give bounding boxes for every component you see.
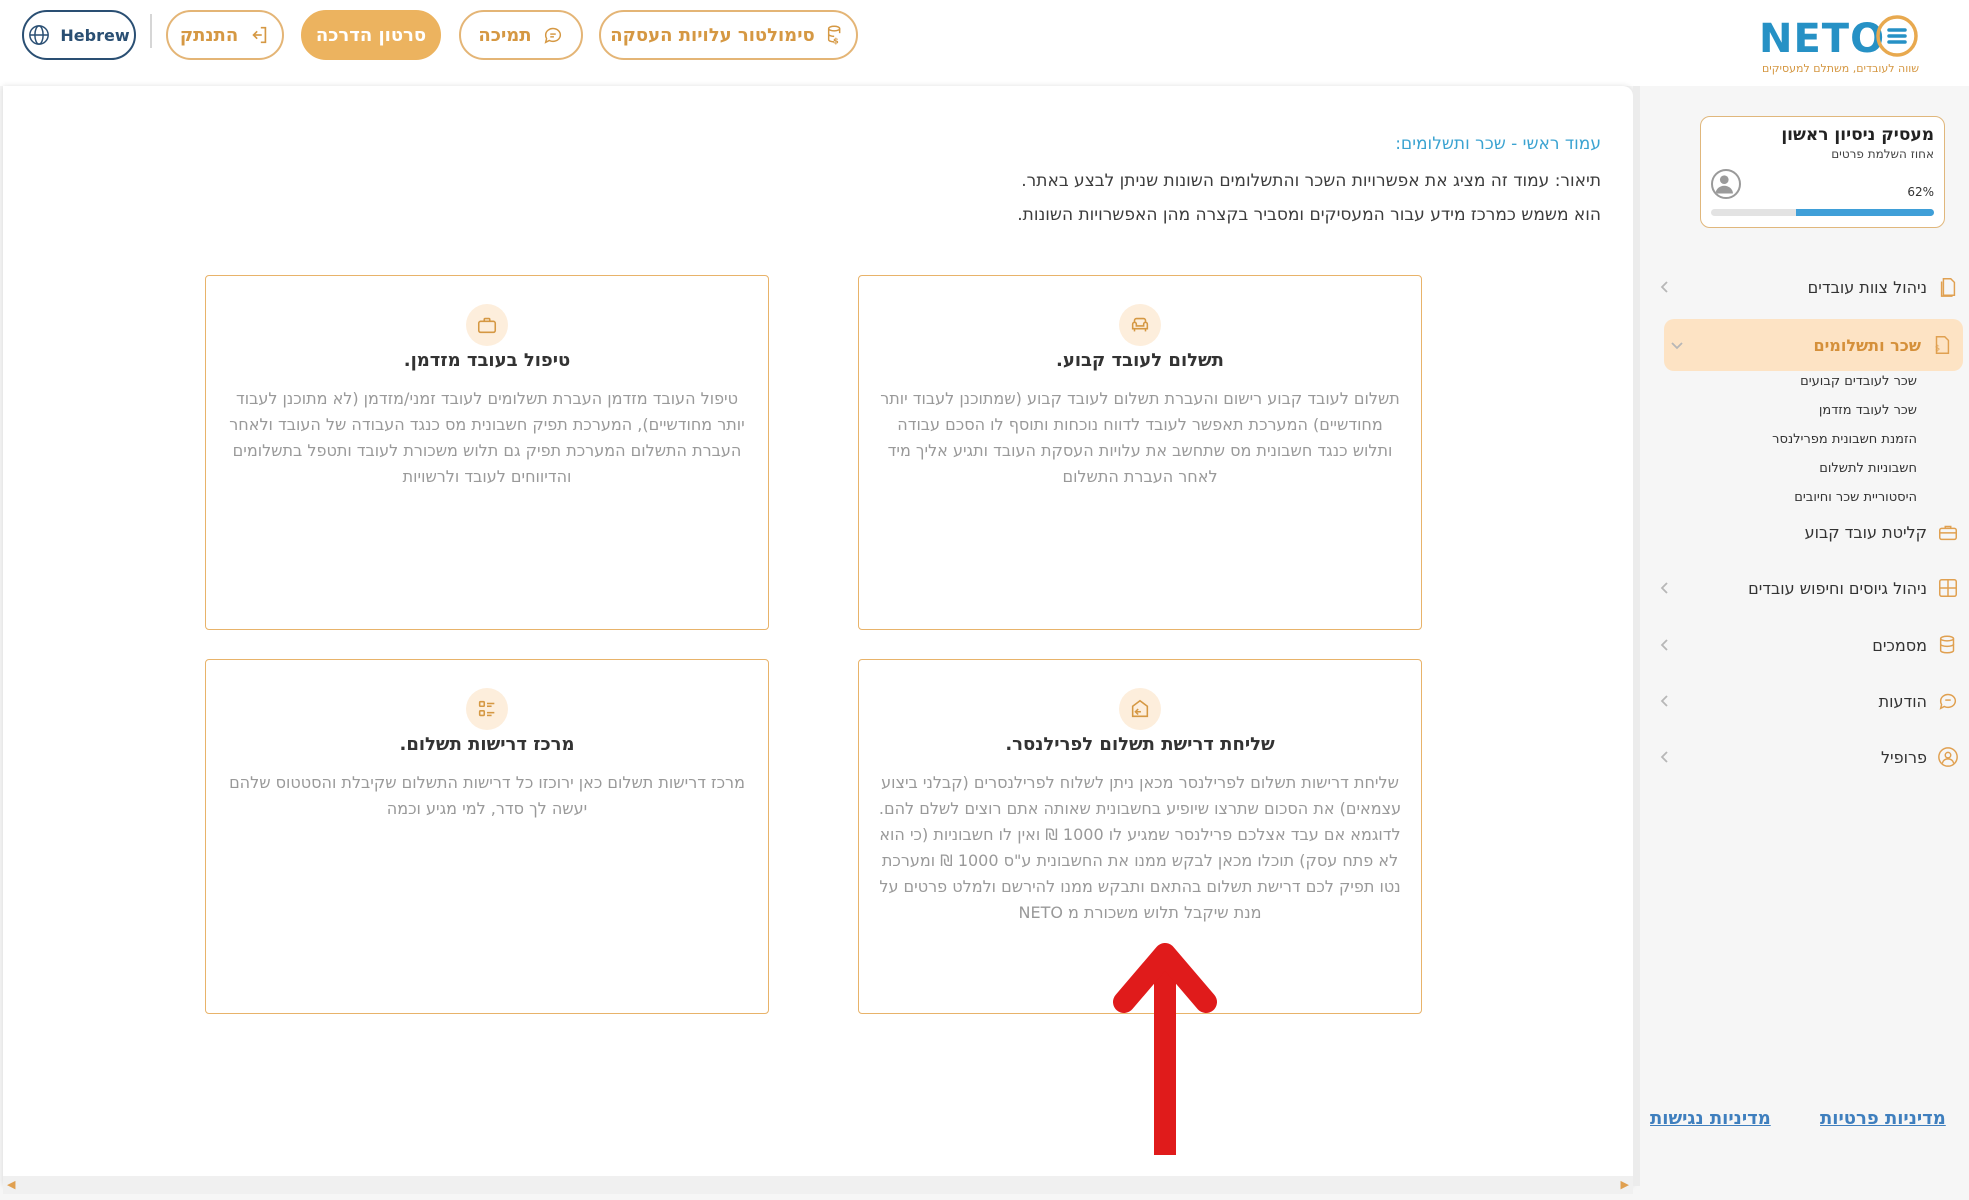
chevron-left-icon <box>1660 281 1668 293</box>
sidebar-item-messages[interactable]: הודעות <box>1658 678 1969 724</box>
neto-logo[interactable]: NETO שווה לעובדים, משתלם למעסיקים <box>1759 14 1919 76</box>
accessibility-policy-link[interactable]: מדיניות נגישות <box>1650 1108 1771 1129</box>
card-casual-worker[interactable]: טיפול בעובד מזדמן. טיפול העובד מזדמן העב… <box>205 275 769 630</box>
tutorial-label: סרטון הדרכה <box>315 24 427 46</box>
card-body: טיפול העובד מזדמן העברת תשלומים לעובד זמ… <box>229 389 745 486</box>
horizontal-scrollbar[interactable]: ◀ ▶ <box>3 1176 1633 1194</box>
scroll-left-icon[interactable]: ◀ <box>7 1178 15 1191</box>
document-icon <box>1940 278 1956 297</box>
exit-icon <box>1119 688 1161 730</box>
simulator-label: סימולטור עלויות העסקה <box>610 24 815 46</box>
page-intro: עמוד ראשי - שכר ותשלומים: תיאור: עמוד זה… <box>401 134 1601 232</box>
profile-completion-label: אחוז השלמת פרטים <box>1831 147 1934 161</box>
logo-mark-icon <box>1876 15 1918 57</box>
avatar[interactable] <box>1711 169 1741 199</box>
chevron-left-icon <box>1660 695 1668 707</box>
sidebar-item-label: קליטת עובד קבוע <box>1804 522 1927 542</box>
page-description-line-1: תיאור: עמוד זה מציג את אפשרויות השכר והת… <box>1021 171 1601 191</box>
sidebar-item-label: ניהול צוות עובדים <box>1807 277 1927 297</box>
privacy-policy-link[interactable]: מדיניות פרטיות <box>1820 1108 1946 1129</box>
card-body: מרכז דרישות תשלום כאן ירוכזו כל דרישות ה… <box>229 773 745 818</box>
profile-name: מעסיק ניסיון ראשון <box>1781 125 1934 145</box>
files-icon <box>1939 635 1955 654</box>
profile-progress-bar <box>1711 209 1934 216</box>
sidebar-subitem-history[interactable]: היסטוריית שכר וחיובים <box>1794 490 1917 505</box>
sidebar-item-onboarding[interactable]: קליטת עובד קבוע <box>1658 509 1969 555</box>
globe-icon <box>29 25 50 45</box>
sidebar: מעסיק ניסיון ראשון אחוז השלמת פרטים 62% … <box>1640 86 1969 1200</box>
vertical-scrollbar[interactable] <box>1633 86 1640 1186</box>
user-circle-icon <box>1938 747 1958 767</box>
svg-text:$: $ <box>833 35 839 45</box>
sidebar-item-label: מסמכים <box>1872 635 1927 655</box>
annotation-arrow-icon <box>1113 943 1217 1155</box>
support-label: תמיכה <box>478 24 532 46</box>
logo-tagline: שווה לעובדים, משתלם למעסיקים <box>1761 62 1919 75</box>
cost-simulator-button[interactable]: $ סימולטור עלויות העסקה <box>599 10 858 60</box>
sidebar-item-profile[interactable]: פרופיל <box>1658 734 1969 780</box>
divider <box>150 14 152 48</box>
logo-word: NETO <box>1759 16 1886 62</box>
sidebar-subitem-permanent-salary[interactable]: שכר לעובדים קבועים <box>1800 374 1917 389</box>
logout-label: התנתק <box>179 24 239 46</box>
chat-icon <box>544 27 561 44</box>
logout-icon <box>252 26 267 44</box>
card-payment-requests-center[interactable]: מרכז דרישות תשלום. מרכז דרישות תשלום כאן… <box>205 659 769 1014</box>
sidebar-subitem-invoices-to-pay[interactable]: חשבוניות לתשלום <box>1819 461 1917 476</box>
chevron-left-icon <box>1660 582 1668 594</box>
profile-progress-fill <box>1795 209 1934 216</box>
card-title: טיפול בעובד מזדמן. <box>403 350 571 371</box>
card-title: תשלום לעובד קבוע. <box>1056 350 1224 371</box>
sidebar-item-team-management[interactable]: ניהול צוות עובדים <box>1658 264 1969 310</box>
sidebar-item-recruitment[interactable]: ניהול גיוסים וחיפוש עובדים <box>1658 565 1969 611</box>
card-permanent-employee-payment[interactable]: תשלום לעובד קבוע. תשלום לעובד קבוע רישום… <box>858 275 1422 630</box>
scroll-right-icon[interactable]: ▶ <box>1621 1178 1629 1191</box>
language-button[interactable]: Hebrew <box>22 10 136 60</box>
breadcrumb[interactable]: עמוד ראשי - שכר ותשלומים: <box>401 134 1601 154</box>
profile-completion-percent: 62% <box>1907 185 1934 199</box>
database-icon: $ <box>827 25 841 45</box>
sidebar-subitem-freelancer-invoice[interactable]: הזמנת חשבונית מפרילנסר <box>1772 432 1917 447</box>
language-label: Hebrew <box>60 25 130 45</box>
card-title: שליחת דרישת תשלום לפרילנסר. <box>1005 734 1275 755</box>
chevron-down-icon <box>1671 342 1683 350</box>
logout-button[interactable]: התנתק <box>166 10 284 60</box>
svg-text:$: $ <box>1935 343 1940 353</box>
top-bar: Hebrew התנתק סרטון הדרכה תמיכה $ סימולטו… <box>0 0 1969 86</box>
sidebar-item-documents[interactable]: מסמכים <box>1658 622 1969 668</box>
card-title: מרכז דרישות תשלום. <box>399 734 575 755</box>
briefcase-icon <box>1939 525 1957 541</box>
card-body: תשלום לעובד קבוע רישום והעברת תשלום לעוב… <box>880 389 1400 486</box>
sidebar-item-payroll[interactable]: $ שכר ותשלומים <box>1664 319 1963 371</box>
profile-card[interactable]: מעסיק ניסיון ראשון אחוז השלמת פרטים 62% <box>1700 116 1945 228</box>
sofa-icon <box>1119 304 1161 346</box>
payroll-icon: $ <box>1935 336 1950 354</box>
briefcase-icon <box>466 304 508 346</box>
sidebar-item-label: פרופיל <box>1880 747 1927 767</box>
chevron-left-icon <box>1660 639 1668 651</box>
sidebar-subitem-casual-salary[interactable]: שכר לעובד מזדמן <box>1819 403 1917 418</box>
chat-icon <box>1939 693 1957 710</box>
sidebar-item-label: הודעות <box>1878 691 1927 711</box>
card-body: שליחת דרישות תשלום לפרילנסר מכאן ניתן לש… <box>878 773 1402 922</box>
grid-add-icon <box>1939 579 1957 597</box>
chevron-left-icon <box>1660 751 1668 763</box>
main-content: עמוד ראשי - שכר ותשלומים: תיאור: עמוד זה… <box>3 86 1633 1186</box>
tutorial-video-button[interactable]: סרטון הדרכה <box>301 10 441 60</box>
list-icon <box>466 688 508 730</box>
sidebar-item-label: ניהול גיוסים וחיפוש עובדים <box>1748 578 1927 598</box>
page-description-line-2: הוא משמש כמרכז מידע עבור המעסיקים ומסביר… <box>1017 205 1601 225</box>
sidebar-item-label: שכר ותשלומים <box>1813 335 1921 355</box>
support-button[interactable]: תמיכה <box>459 10 583 60</box>
